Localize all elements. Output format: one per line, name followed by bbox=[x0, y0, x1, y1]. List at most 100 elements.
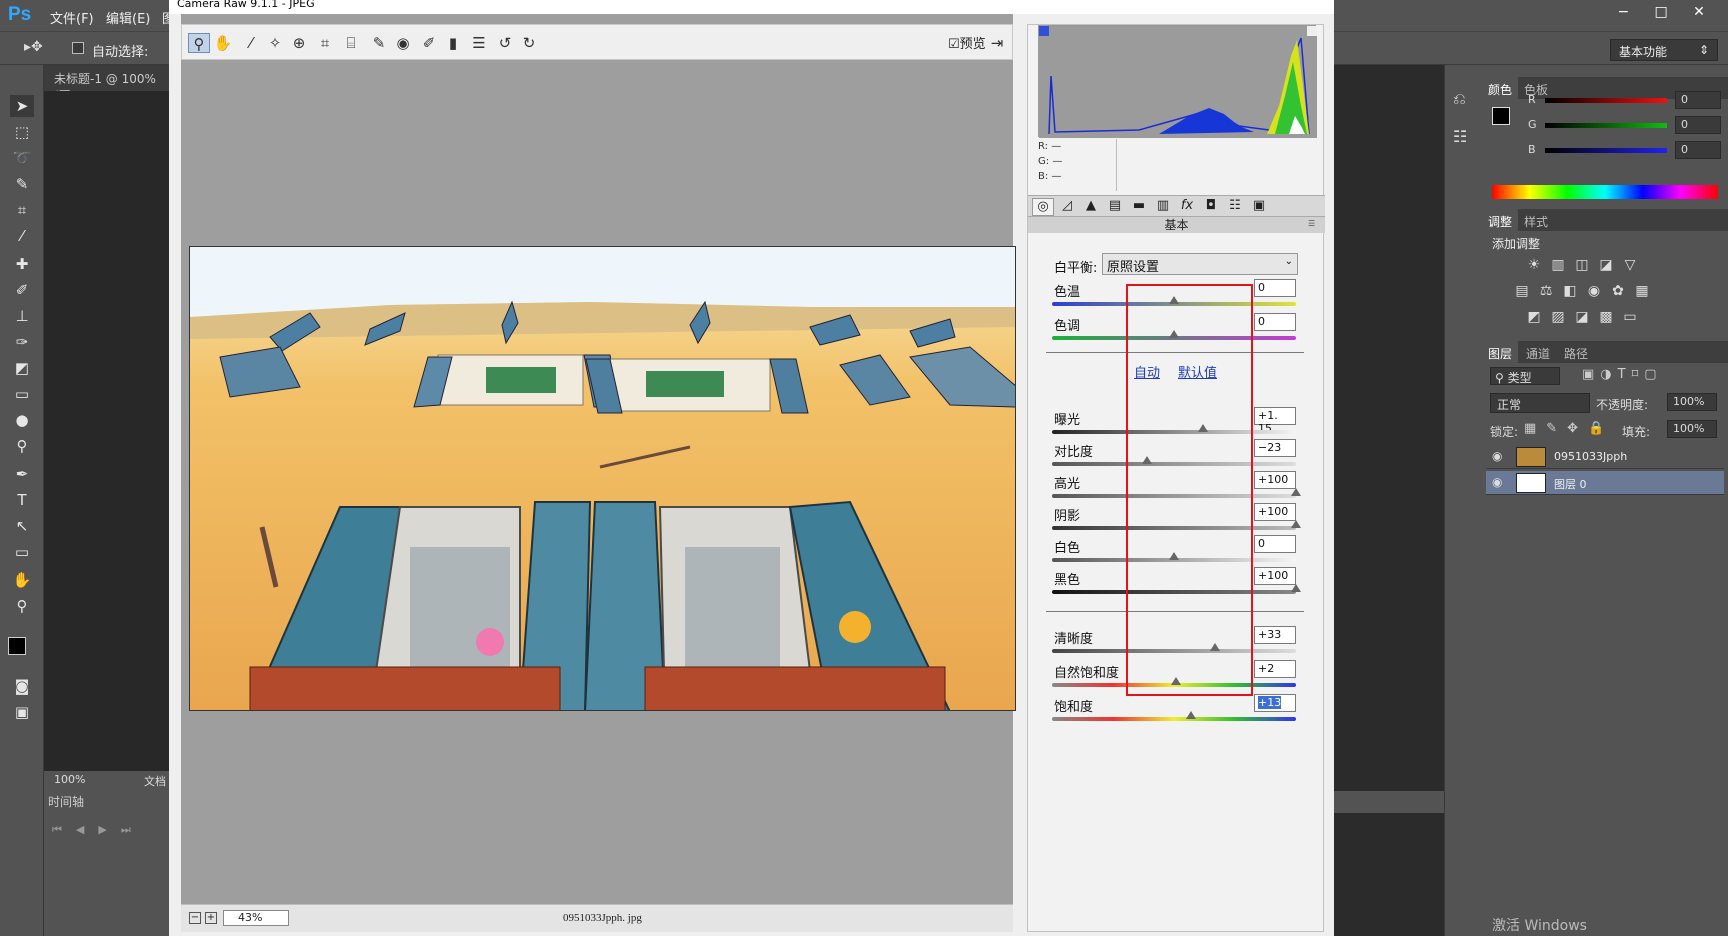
slider-value-input[interactable]: +1. 15 bbox=[1254, 407, 1296, 435]
rgb-slider[interactable] bbox=[1545, 98, 1667, 103]
layer-row[interactable]: ◉ 0951033Jpph bbox=[1486, 445, 1724, 469]
slider-value-input[interactable]: 0 bbox=[1254, 279, 1296, 297]
slider-value-input[interactable]: 0 bbox=[1254, 313, 1296, 331]
white-balance-select[interactable]: 原照设置 ⌄ bbox=[1102, 253, 1298, 275]
invert-icon[interactable]: ◩ bbox=[1524, 309, 1544, 327]
basic-panel-icon[interactable]: ◎ bbox=[1032, 198, 1054, 216]
slider-value-input[interactable]: +2 bbox=[1254, 660, 1296, 678]
document-tab[interactable]: 未标题-1 @ 100% (图 bbox=[44, 65, 169, 103]
channel-mixer-icon[interactable]: ✿ bbox=[1608, 283, 1628, 301]
hsl-icon[interactable]: ▤ bbox=[1104, 198, 1126, 216]
tab-color[interactable]: 颜色 bbox=[1482, 77, 1519, 99]
slider-value-input[interactable]: −23 bbox=[1254, 439, 1296, 457]
move-tool-icon[interactable]: ▸✥ bbox=[24, 39, 43, 55]
tab-channels[interactable]: 通道 bbox=[1520, 341, 1556, 363]
properties-icon[interactable]: ☷ bbox=[1453, 127, 1467, 146]
auto-select-checkbox[interactable] bbox=[72, 42, 84, 54]
slider-thumb[interactable] bbox=[1186, 711, 1197, 719]
slider-thumb[interactable] bbox=[1291, 520, 1301, 528]
history-brush-icon[interactable]: ✑ bbox=[10, 331, 34, 353]
rgb-slider[interactable] bbox=[1545, 148, 1667, 153]
layer-filter-icons[interactable]: ▣◑T⌑▢ bbox=[1582, 367, 1722, 385]
presets-icon[interactable]: ☷ bbox=[1224, 198, 1246, 216]
targeted-adjust-icon[interactable]: ⊕ bbox=[288, 33, 310, 53]
image-preview[interactable] bbox=[189, 246, 1016, 711]
threshold-icon[interactable]: ◪ bbox=[1572, 309, 1592, 327]
workspace-select[interactable]: 基本功能 ⇕ bbox=[1610, 39, 1718, 61]
tab-layers[interactable]: 图层 bbox=[1482, 341, 1519, 363]
selective-color-icon[interactable]: ▩ bbox=[1596, 309, 1616, 327]
tone-curve-icon[interactable]: ◿ bbox=[1056, 198, 1078, 216]
zoom-level-select[interactable]: 43% bbox=[223, 910, 289, 926]
layer-kind-filter[interactable]: ⚲ 类型 bbox=[1490, 367, 1560, 385]
hand-tool-icon[interactable]: ✋ bbox=[10, 569, 34, 591]
color-sampler-icon[interactable]: ✧ bbox=[264, 33, 286, 53]
zoom-in-button[interactable]: + bbox=[205, 912, 217, 924]
rotate-right-icon[interactable]: ↻ bbox=[518, 33, 540, 53]
menu-edit[interactable]: 编辑(E) bbox=[106, 8, 150, 27]
camera-calibration-icon[interactable]: ◘ bbox=[1200, 198, 1222, 216]
crop-tool-icon[interactable]: ⌗ bbox=[314, 33, 336, 53]
curves-icon[interactable]: ◫ bbox=[1572, 257, 1592, 275]
gradient-map-icon[interactable]: ▭ bbox=[1620, 309, 1640, 327]
maximize-button[interactable]: □ bbox=[1644, 2, 1678, 22]
close-button[interactable]: ✕ bbox=[1682, 2, 1716, 22]
fullscreen-icon[interactable]: ⇥ bbox=[986, 33, 1008, 53]
graduated-filter-icon[interactable]: ▮ bbox=[442, 33, 464, 53]
layer-row[interactable]: ◉ 图层 0 bbox=[1486, 471, 1724, 495]
tab-adjustments[interactable]: 调整 bbox=[1482, 209, 1519, 231]
fill-input[interactable]: 100% bbox=[1667, 420, 1717, 438]
panel-menu-icon[interactable]: ☰ bbox=[1308, 219, 1315, 228]
effects-icon[interactable]: fx bbox=[1176, 198, 1198, 216]
pen-tool-icon[interactable]: ✒ bbox=[10, 463, 34, 485]
crop-tool-icon[interactable]: ⌗ bbox=[10, 199, 34, 221]
levels-icon[interactable]: ▥ bbox=[1548, 257, 1568, 275]
quick-select-tool-icon[interactable]: ✎ bbox=[10, 173, 34, 195]
blend-mode-select[interactable]: 正常 bbox=[1490, 393, 1590, 413]
straighten-tool-icon[interactable]: ⌸ bbox=[340, 33, 362, 53]
preview-checkbox[interactable]: ☑预览 bbox=[948, 33, 986, 52]
timeline-controls[interactable]: ⏮◀▶⏭ bbox=[52, 823, 145, 837]
slider-value-input[interactable]: +13 bbox=[1254, 694, 1296, 712]
stamp-tool-icon[interactable]: ⊥ bbox=[10, 305, 34, 327]
lens-correction-icon[interactable]: ▥ bbox=[1152, 198, 1174, 216]
photo-filter-icon[interactable]: ◉ bbox=[1584, 283, 1604, 301]
rgb-value-input[interactable]: 0 bbox=[1675, 91, 1721, 109]
slider-value-input[interactable]: +100 bbox=[1254, 567, 1296, 585]
minimize-button[interactable]: − bbox=[1606, 2, 1640, 22]
brightness-icon[interactable]: ☀ bbox=[1524, 257, 1544, 275]
history-icon[interactable]: ⎌ bbox=[1453, 89, 1466, 109]
slider-value-input[interactable]: +100 bbox=[1254, 471, 1296, 489]
screen-mode-icon[interactable]: ▣ bbox=[10, 701, 34, 723]
zoom-tool-icon[interactable]: ⚲ bbox=[188, 33, 210, 53]
eye-icon[interactable]: ◉ bbox=[1492, 449, 1502, 463]
color-lookup-icon[interactable]: ▦ bbox=[1632, 283, 1652, 301]
split-toning-icon[interactable]: ▬ bbox=[1128, 198, 1150, 216]
rgb-value-input[interactable]: 0 bbox=[1675, 116, 1721, 134]
menu-file[interactable]: 文件(F) bbox=[50, 8, 94, 27]
white-balance-tool-icon[interactable]: ⁄ bbox=[240, 33, 262, 53]
eraser-tool-icon[interactable]: ◩ bbox=[10, 357, 34, 379]
tab-swatches[interactable]: 色板 bbox=[1518, 77, 1554, 99]
exposure-icon[interactable]: ◪ bbox=[1596, 257, 1616, 275]
detail-icon[interactable]: ▲ bbox=[1080, 198, 1102, 216]
foreground-color-swatch[interactable] bbox=[8, 637, 26, 655]
tab-paths[interactable]: 路径 bbox=[1558, 341, 1594, 363]
dodge-tool-icon[interactable]: ⚲ bbox=[10, 435, 34, 457]
spot-removal-icon[interactable]: ✎ bbox=[368, 33, 390, 53]
vibrance-icon[interactable]: ▽ bbox=[1620, 257, 1640, 275]
move-tool-icon[interactable]: ➤ bbox=[10, 95, 34, 117]
fg-color-swatch[interactable] bbox=[1492, 107, 1510, 125]
red-eye-icon[interactable]: ◉ bbox=[392, 33, 414, 53]
snapshots-icon[interactable]: ▣ bbox=[1248, 198, 1270, 216]
lock-icons[interactable]: ▦✎✥🔒 bbox=[1524, 421, 1614, 436]
slider-value-input[interactable]: +33 bbox=[1254, 626, 1296, 644]
quick-mask-icon[interactable]: ◙ bbox=[10, 675, 34, 697]
slider-thumb[interactable] bbox=[1291, 488, 1301, 496]
marquee-tool-icon[interactable]: ⬚ bbox=[10, 121, 34, 143]
rotate-left-icon[interactable]: ↺ bbox=[494, 33, 516, 53]
blur-tool-icon[interactable]: ● bbox=[10, 409, 34, 431]
zoom-tool-icon[interactable]: ⚲ bbox=[10, 595, 34, 617]
brush-tool-icon[interactable]: ✐ bbox=[10, 279, 34, 301]
slider-value-input[interactable]: +100 bbox=[1254, 503, 1296, 521]
